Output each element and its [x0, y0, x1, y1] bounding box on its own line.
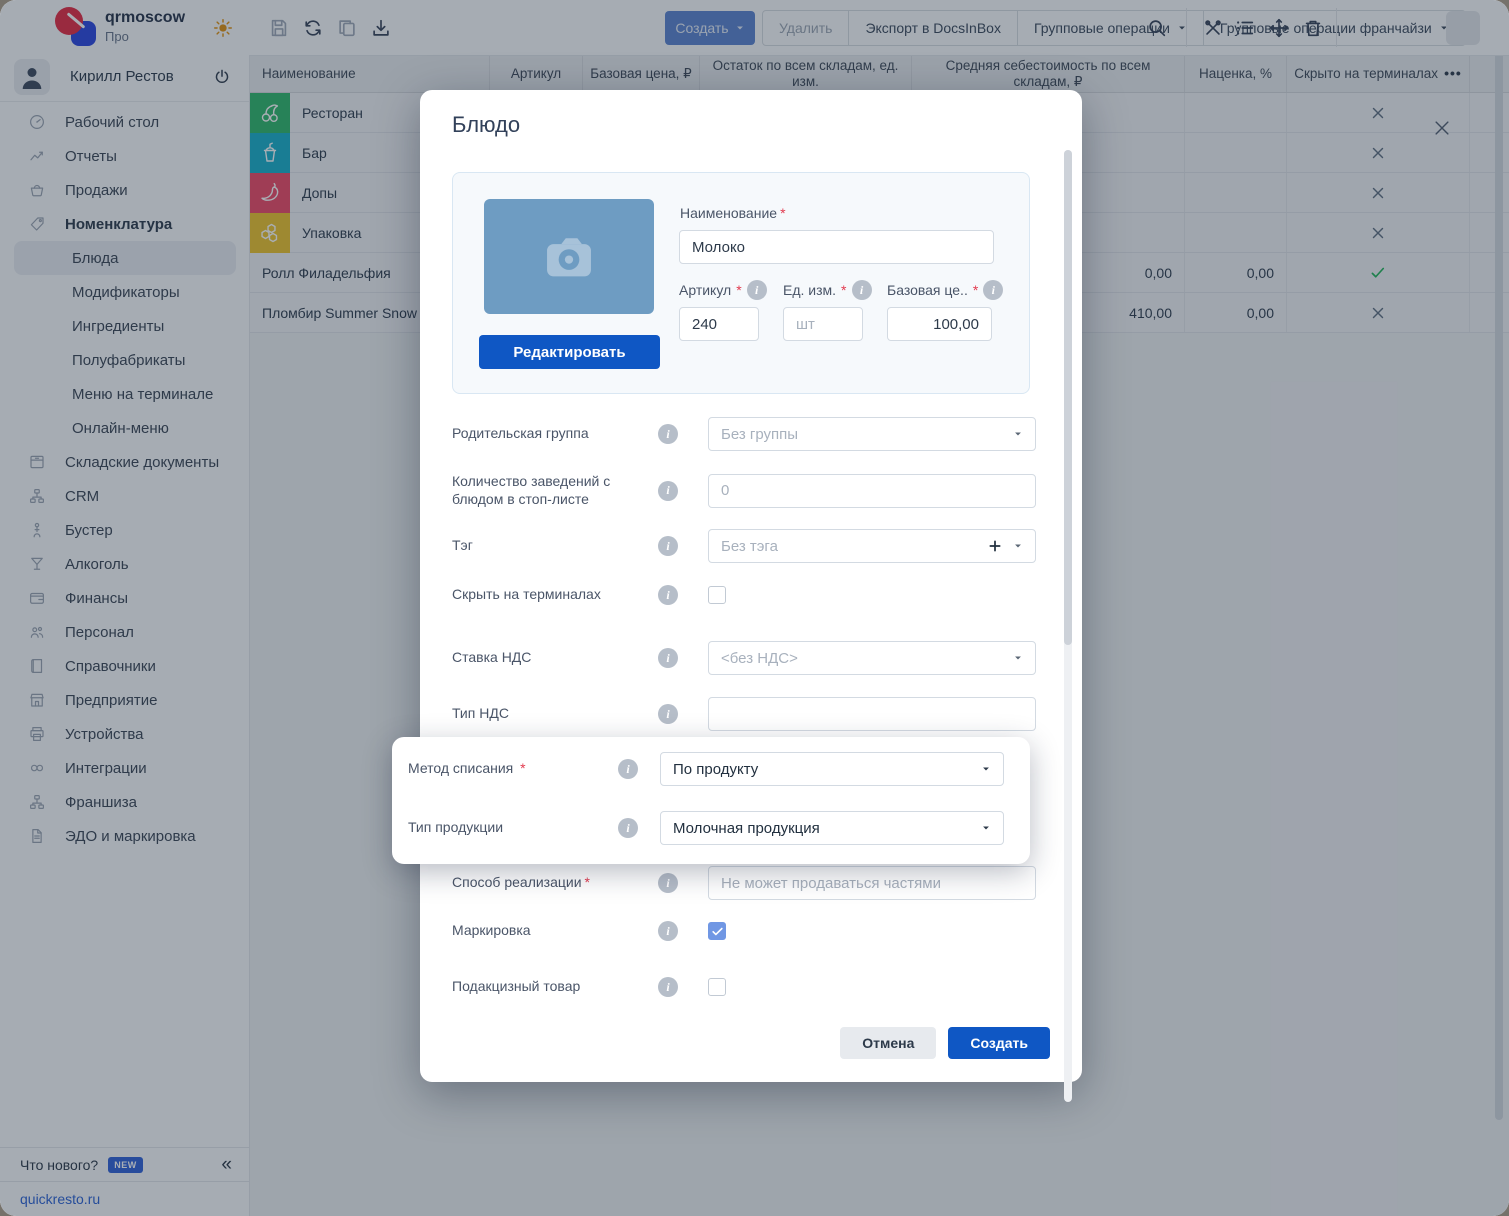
close-icon[interactable] [1432, 118, 1452, 138]
edit-photo-button[interactable]: Редактировать [479, 335, 660, 369]
chevron-down-icon [981, 764, 991, 774]
info-icon[interactable]: i [618, 818, 638, 838]
parent-group-select[interactable]: Без группы [708, 417, 1036, 451]
excise-row: Подакцизный товар i [452, 977, 1030, 997]
info-icon[interactable]: i [658, 921, 678, 941]
product-type-select[interactable]: Молочная продукция [660, 811, 1004, 845]
modal-footer: Отмена Создать [840, 1027, 1050, 1059]
info-icon[interactable]: i [658, 481, 678, 501]
sku-input[interactable]: 240 [679, 307, 759, 341]
chevron-down-icon [1013, 429, 1023, 439]
base-price-field-label: Базовая це..* i [887, 280, 1003, 300]
info-icon[interactable]: i [658, 648, 678, 668]
info-icon[interactable]: i [983, 280, 1003, 300]
info-icon[interactable]: i [658, 424, 678, 444]
unit-field-label: Ед. изм.* i [783, 280, 872, 300]
hide-on-terminals-row: Скрыть на терминалах i [452, 585, 1030, 605]
sale-method-input[interactable]: Не может продаваться частями [708, 866, 1036, 900]
camera-icon [538, 226, 600, 288]
base-price-input[interactable]: 100,00 [887, 307, 992, 341]
photo-placeholder[interactable] [484, 199, 654, 314]
highlighted-fields-card: Метод списания * i По продукту Тип проду… [392, 737, 1030, 864]
sku-field-label: Артикул* i [679, 280, 767, 300]
vat-type-input[interactable] [708, 697, 1036, 731]
hide-on-terminals-checkbox[interactable] [708, 586, 726, 604]
add-tag-plus-icon[interactable] [987, 538, 1003, 554]
app-window: qrmoscow Про Создать Удалить Экспорт в D… [0, 0, 1509, 1216]
info-icon[interactable]: i [658, 585, 678, 605]
product-type-row: Тип продукции i Молочная продукция [408, 811, 1014, 845]
parent-group-row: Родительская группа i Без группы [452, 417, 1030, 451]
dish-modal: Блюдо Редактировать Наименование* Молоко… [420, 90, 1082, 1082]
unit-input[interactable]: шт [783, 307, 863, 341]
sale-method-row: Способ реализации* i Не может продаватьс… [452, 866, 1030, 900]
chevron-down-icon [1013, 653, 1023, 663]
name-input[interactable]: Молоко [679, 230, 994, 264]
marking-row: Маркировка i [452, 921, 1030, 941]
stoplist-count-row: Количество заведений с блюдом в стоп-лис… [452, 473, 1030, 508]
info-icon[interactable]: i [658, 704, 678, 724]
name-field-label: Наименование* [680, 205, 786, 221]
tag-row: Тэг i Без тэга [452, 529, 1030, 563]
modal-title: Блюдо [452, 112, 520, 138]
info-icon[interactable]: i [747, 280, 767, 300]
vat-rate-row: Ставка НДС i <без НДС> [452, 641, 1030, 675]
stoplist-count-input[interactable]: 0 [708, 474, 1036, 508]
info-icon[interactable]: i [852, 280, 872, 300]
cancel-button[interactable]: Отмена [840, 1027, 936, 1059]
info-icon[interactable]: i [658, 536, 678, 556]
chevron-down-icon [981, 823, 991, 833]
tag-select[interactable]: Без тэга [708, 529, 1036, 563]
writeoff-method-row: Метод списания * i По продукту [408, 752, 1014, 786]
info-icon[interactable]: i [618, 759, 638, 779]
info-icon[interactable]: i [658, 873, 678, 893]
create-dish-button[interactable]: Создать [948, 1027, 1050, 1059]
photo-panel: Редактировать Наименование* Молоко Артик… [452, 172, 1030, 394]
vat-rate-select[interactable]: <без НДС> [708, 641, 1036, 675]
excise-checkbox[interactable] [708, 978, 726, 996]
marking-checkbox[interactable] [708, 922, 726, 940]
modal-scrollbar-thumb[interactable] [1064, 150, 1072, 645]
chevron-down-icon [1013, 541, 1023, 551]
writeoff-method-select[interactable]: По продукту [660, 752, 1004, 786]
vat-type-row: Тип НДС i [452, 697, 1030, 731]
info-icon[interactable]: i [658, 977, 678, 997]
